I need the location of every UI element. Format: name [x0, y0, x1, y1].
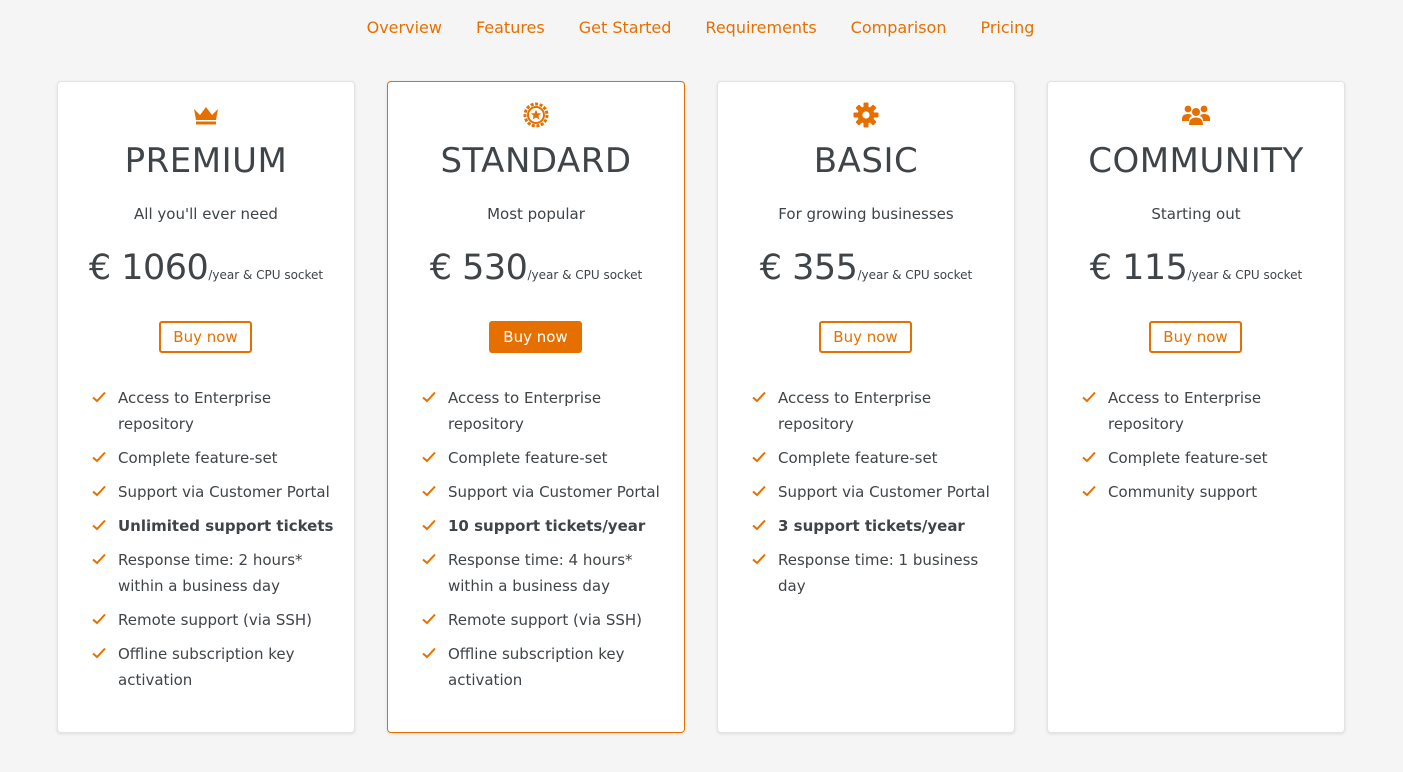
buy-now-button[interactable]: Buy now: [159, 321, 252, 353]
buy-now-button[interactable]: Buy now: [819, 321, 912, 353]
feature-text: Support via Customer Portal: [778, 483, 990, 501]
gear-icon: [718, 102, 1014, 128]
feature-text: Response time: 2 hours* within a busines…: [118, 551, 303, 595]
nav-link-pricing[interactable]: Pricing: [980, 16, 1034, 37]
plan-tagline: For growing businesses: [778, 205, 954, 223]
feature-text: Offline subscription key activation: [118, 645, 295, 689]
feature-item: 3 support tickets/year: [751, 513, 1001, 539]
plan-name: PREMIUM: [124, 141, 288, 181]
feature-list: Access to Enterprise repository Complete …: [91, 385, 341, 701]
feature-text: Complete feature-set: [448, 449, 608, 467]
feature-text: Access to Enterprise repository: [778, 389, 932, 433]
nav-link-comparison[interactable]: Comparison: [851, 16, 947, 37]
feature-item: Access to Enterprise repository: [91, 385, 341, 437]
feature-item: Response time: 4 hours* within a busines…: [421, 547, 671, 599]
plan-price: € 530/year & CPU socket: [388, 242, 684, 301]
plan-card-premium: PREMIUM All you'll ever need € 1060/year &…: [57, 81, 355, 733]
plan-name: BASIC: [813, 141, 919, 181]
feature-item: Complete feature-set: [421, 445, 671, 471]
feature-item: Response time: 2 hours* within a busines…: [91, 547, 341, 599]
nav-link-overview[interactable]: Overview: [367, 16, 442, 37]
feature-item: Support via Customer Portal: [91, 479, 341, 505]
feature-text: Support via Customer Portal: [448, 483, 660, 501]
feature-item: Offline subscription key activation: [91, 641, 341, 693]
buy-now-button[interactable]: Buy now: [489, 321, 582, 353]
feature-item: Support via Customer Portal: [421, 479, 671, 505]
feature-text: Remote support (via SSH): [448, 611, 643, 629]
feature-item: Access to Enterprise repository: [751, 385, 1001, 437]
feature-item: Offline subscription key activation: [421, 641, 671, 693]
feature-list: Access to Enterprise repository Complete …: [421, 385, 671, 701]
feature-item: Access to Enterprise repository: [421, 385, 671, 437]
feature-text: Remote support (via SSH): [118, 611, 313, 629]
plan-price: € 115/year & CPU socket: [1048, 242, 1344, 301]
feature-text: Access to Enterprise repository: [448, 389, 602, 433]
plan-tagline: Most popular: [487, 205, 585, 223]
feature-text: 3 support tickets/year: [778, 517, 965, 535]
feature-item: Response time: 1 business day: [751, 547, 1001, 599]
top-nav: Overview Features Get Started Requiremen…: [0, 0, 1403, 52]
plan-price: € 355/year & CPU socket: [718, 242, 1014, 301]
price-unit: /year & CPU socket: [1187, 268, 1303, 282]
price-unit: /year & CPU socket: [208, 268, 324, 282]
plan-name: COMMUNITY: [1088, 141, 1304, 181]
feature-text: Response time: 1 business day: [778, 551, 979, 595]
feature-text: Offline subscription key activation: [448, 645, 625, 689]
crown-icon: [58, 102, 354, 128]
nav-link-get-started[interactable]: Get Started: [579, 16, 672, 37]
nav-link-requirements[interactable]: Requirements: [705, 16, 816, 37]
price-amount: € 355: [759, 248, 858, 288]
feature-item: Complete feature-set: [91, 445, 341, 471]
feature-text: Complete feature-set: [118, 449, 278, 467]
feature-text: Access to Enterprise repository: [118, 389, 272, 433]
feature-text: Complete feature-set: [778, 449, 938, 467]
feature-text: Unlimited support tickets: [118, 517, 334, 535]
feature-item: 10 support tickets/year: [421, 513, 671, 539]
feature-text: Support via Customer Portal: [118, 483, 330, 501]
plan-price: € 1060/year & CPU socket: [58, 242, 354, 301]
star-badge-icon: [388, 102, 684, 128]
plan-tagline: Starting out: [1151, 205, 1241, 223]
plan-card-basic: BASIC For growing businesses € 355/year & …: [717, 81, 1015, 733]
feature-item: Remote support (via SSH): [421, 607, 671, 633]
feature-text: 10 support tickets/year: [448, 517, 646, 535]
feature-list: Access to Enterprise repository Complete …: [1081, 385, 1331, 513]
feature-list: Access to Enterprise repository Complete …: [751, 385, 1001, 607]
feature-item: Complete feature-set: [751, 445, 1001, 471]
plan-card-community: COMMUNITY Starting out € 115/year & CPU so…: [1047, 81, 1345, 733]
feature-item: Community support: [1081, 479, 1331, 505]
price-amount: € 1060: [88, 248, 209, 288]
price-unit: /year & CPU socket: [857, 268, 973, 282]
price-unit: /year & CPU socket: [527, 268, 643, 282]
feature-item: Support via Customer Portal: [751, 479, 1001, 505]
feature-item: Access to Enterprise repository: [1081, 385, 1331, 437]
feature-item: Complete feature-set: [1081, 445, 1331, 471]
nav-link-features[interactable]: Features: [476, 16, 545, 37]
price-amount: € 530: [429, 248, 528, 288]
plan-tagline: All you'll ever need: [134, 205, 278, 223]
feature-text: Response time: 4 hours* within a busines…: [448, 551, 633, 595]
price-amount: € 115: [1089, 248, 1188, 288]
feature-text: Community support: [1108, 483, 1258, 501]
feature-text: Access to Enterprise repository: [1108, 389, 1262, 433]
buy-now-button[interactable]: Buy now: [1149, 321, 1242, 353]
feature-item: Unlimited support tickets: [91, 513, 341, 539]
feature-text: Complete feature-set: [1108, 449, 1268, 467]
feature-item: Remote support (via SSH): [91, 607, 341, 633]
plan-card-standard: STANDARD Most popular € 530/year & CPU soc…: [387, 81, 685, 733]
plan-name: STANDARD: [440, 141, 632, 181]
users-icon: [1048, 102, 1344, 128]
